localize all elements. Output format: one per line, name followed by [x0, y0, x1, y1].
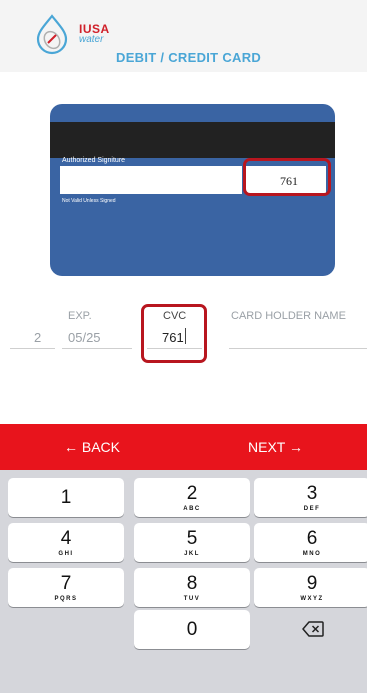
card-holder-label: CARD HOLDER NAME: [231, 310, 346, 322]
key-1-number: 1: [60, 487, 72, 508]
exp-label: EXP.: [68, 310, 92, 322]
key-6-number: 6: [306, 528, 318, 549]
page-title: DEBIT / CREDIT CARD: [116, 50, 262, 65]
card-holder-underline: [229, 348, 367, 349]
exp-underline: [62, 348, 132, 349]
key-8[interactable]: 8 TUV: [134, 568, 250, 607]
key-9-number: 9: [306, 573, 318, 594]
key-2-letters: ABC: [183, 506, 201, 512]
key-8-number: 8: [186, 573, 198, 594]
key-3-number: 3: [306, 483, 318, 504]
key-4-letters: GHI: [58, 551, 74, 557]
card-number-partial[interactable]: 2: [34, 330, 41, 345]
card-cvc-highlight: [243, 158, 331, 196]
key-6-letters: MNO: [302, 551, 322, 557]
magnetic-stripe: [50, 122, 335, 158]
back-button[interactable]: ← BACK: [0, 424, 184, 470]
signature-box: [60, 166, 242, 194]
key-4[interactable]: 4 GHI: [8, 523, 124, 562]
key-5-number: 5: [186, 528, 198, 549]
key-2-number: 2: [186, 483, 198, 504]
key-5-letters: JKL: [184, 551, 200, 557]
key-3[interactable]: 3 DEF: [254, 478, 367, 517]
key-9[interactable]: 9 WXYZ: [254, 568, 367, 607]
water-drop-logo-icon: [36, 14, 68, 55]
navigation-bar: ← BACK NEXT →: [0, 424, 367, 470]
key-8-letters: TUV: [183, 596, 201, 602]
key-4-number: 4: [60, 528, 72, 549]
card-number-underline: [10, 348, 55, 349]
key-3-letters: DEF: [303, 506, 321, 512]
backspace-key[interactable]: [254, 610, 367, 649]
numeric-keypad: 1 2 ABC 3 DEF 4 GHI 5 JKL 6 MNO 7 PQRS 8…: [0, 470, 367, 693]
key-5[interactable]: 5 JKL: [134, 523, 250, 562]
signature-label: Authorized Signiture: [62, 157, 126, 164]
key-1[interactable]: 1: [8, 478, 124, 517]
app-header: IUSA water DEBIT / CREDIT CARD: [0, 0, 367, 72]
key-0[interactable]: 0: [134, 610, 250, 649]
key-0-number: 0: [186, 619, 198, 640]
backspace-icon: [302, 621, 324, 637]
exp-field[interactable]: 05/25: [68, 330, 101, 345]
next-button[interactable]: NEXT →: [184, 424, 367, 470]
key-7-letters: PQRS: [54, 596, 78, 602]
key-7-number: 7: [60, 573, 72, 594]
key-6[interactable]: 6 MNO: [254, 523, 367, 562]
key-7[interactable]: 7 PQRS: [8, 568, 124, 607]
key-2[interactable]: 2 ABC: [134, 478, 250, 517]
not-valid-text: Not Valid Unless Signed: [62, 198, 116, 204]
key-9-letters: WXYZ: [300, 596, 324, 602]
brand-subtitle: water: [79, 34, 104, 45]
cvc-field-highlight: [141, 304, 207, 363]
